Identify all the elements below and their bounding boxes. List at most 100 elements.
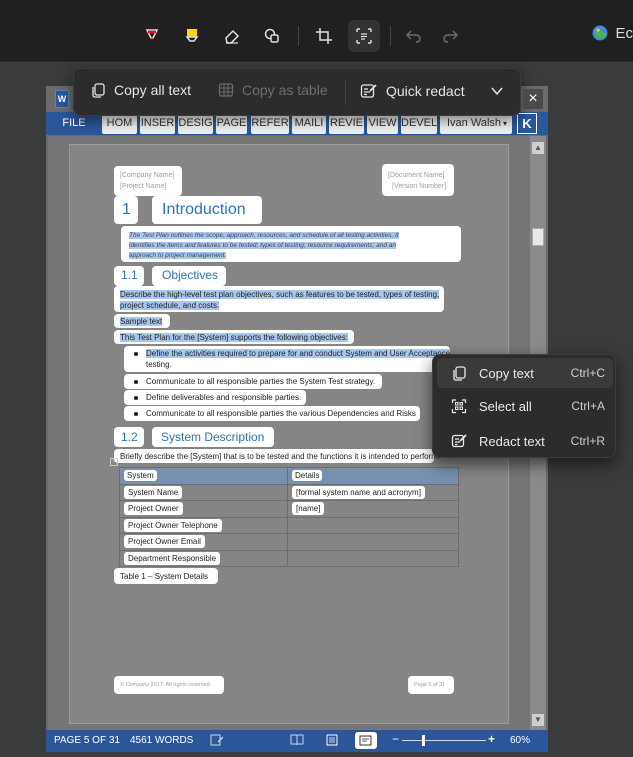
chevron-down-icon[interactable] [490,84,504,98]
table-header-cell: System [119,467,288,485]
ribbon-tab-insert[interactable]: INSER [140,113,175,134]
toolbar-divider [298,26,299,46]
edit-in-app-button[interactable]: Ec [591,24,633,42]
footer-page-number: Page 5 of 31 [414,682,446,688]
text-region[interactable] [114,166,182,196]
table-cell [287,516,459,534]
ribbon-tab-references[interactable]: REFER [251,113,289,134]
scroll-thumb[interactable] [532,228,544,246]
menu-item-shortcut: Ctrl+R [570,434,605,448]
web-layout-icon[interactable] [355,732,377,749]
heading-1-2-title: System Description [161,430,265,444]
text-region[interactable] [382,164,454,196]
redo-icon[interactable] [434,20,466,52]
copy-all-text-label: Copy all text [114,82,192,98]
table-row: Department Responsible [119,549,459,567]
markup-toolbar: Ec [0,0,633,62]
highlighter-icon[interactable] [176,20,208,52]
bullet-item: testing. [146,360,172,369]
copy-icon [445,365,473,381]
word-status-bar: PAGE 5 OF 31 4561 WORDS − + 60% [46,730,548,752]
copy-as-table-label: Copy as table [242,82,328,98]
text-actions-icon[interactable] [348,20,380,52]
heading-1-2-number: 1.2 [121,430,138,444]
zoom-slider-track[interactable] [402,740,486,741]
ballpoint-pen-icon[interactable] [136,20,168,52]
table-icon [218,83,234,97]
table-cell: System Name [119,483,288,501]
word-count[interactable]: 4561 WORDS [130,735,193,746]
table-cell: [name] [287,500,459,518]
zoom-slider-thumb[interactable] [422,735,425,746]
copy-as-table-button[interactable]: Copy as table [218,82,328,98]
redact-text-menu-item[interactable]: Redact text Ctrl+R [437,426,613,456]
undo-icon[interactable] [398,20,430,52]
table-row: Project Owner Telephone [119,516,459,534]
bullet-item: Communicate to all responsible parties t… [146,377,376,386]
table-cell: Project Owner Telephone [119,516,288,534]
text-actions-bar: Copy all text Copy as table Quick redact [73,68,521,116]
heading-1-1-title: Objectives [162,268,219,282]
table-cell: Department Responsible [119,549,288,567]
zoom-in-icon[interactable]: + [488,732,495,746]
menu-item-label: Select all [479,398,532,414]
table-row: Project Owner [name] [119,500,459,518]
system-description-text: Briefly describe the [System] that is to… [120,452,441,461]
scroll-up-icon[interactable]: ▲ [532,142,544,154]
ribbon-tab-file[interactable]: FILE [56,113,92,134]
zoom-out-icon[interactable]: − [392,732,399,746]
ribbon-tab-review[interactable]: REVIE [329,113,364,134]
table-header: System [124,470,157,482]
eraser-icon[interactable] [216,20,248,52]
bullet-icon [134,352,138,356]
bullet-icon [134,412,138,416]
copy-all-text-button[interactable]: Copy all text [90,82,191,98]
user-name: Ivan Walsh [447,117,502,129]
close-icon[interactable]: × [523,89,543,109]
user-initial-badge: K [517,113,537,134]
divider [345,81,346,105]
ribbon-tab-mailings[interactable]: MAILI [292,113,326,134]
heading-1-number: 1 [122,201,131,218]
quick-redact-button[interactable]: Quick redact [360,82,465,100]
ribbon-tab-developer[interactable]: DEVEL [401,113,437,134]
ribbon-tab-home[interactable]: HOM [102,113,137,134]
proofing-icon[interactable] [210,733,224,750]
footer-copyright: © Company 2017. All rights reserved. [120,682,212,688]
table-row: Project Owner Email [119,533,459,551]
page-indicator[interactable]: PAGE 5 OF 31 [54,735,120,746]
table-cell [287,533,459,551]
ribbon-tab-view[interactable]: VIEW [367,113,398,134]
version-number: [Version Number] [392,183,447,190]
table-caption: Table 1 – System Details [120,572,209,581]
menu-item-shortcut: Ctrl+A [571,399,605,413]
select-all-menu-item[interactable]: Select all Ctrl+A [437,391,613,421]
menu-item-label: Copy text [479,365,534,381]
user-account[interactable]: Ivan Walsh ▾ [440,113,512,134]
edit-in-app-label: Ec [615,24,633,42]
system-details-table: System Details System Name [formal syste… [119,467,459,567]
crop-icon[interactable] [308,20,340,52]
intro-text-line: approach to project management. [129,252,227,259]
read-mode-icon[interactable] [290,734,304,749]
redact-icon [445,433,473,449]
redact-icon [360,84,377,98]
heading-1-1-number: 1.1 [121,268,138,282]
intro-text-line: The Test Plan outlines the scope, approa… [129,232,399,239]
sample-text: Sample text [120,317,163,326]
menu-item-shortcut: Ctrl+C [570,366,605,380]
toolbar-divider [390,26,391,46]
print-layout-icon[interactable] [326,734,338,749]
menu-item-label: Redact text [479,433,545,449]
table-move-handle-icon[interactable]: + [110,458,118,466]
table-cell [287,549,459,567]
ribbon-tab-design[interactable]: DESIG [178,113,213,134]
ribbon-tab-page[interactable]: PAGE [216,113,247,134]
shapes-icon[interactable] [256,20,288,52]
copy-text-menu-item[interactable]: Copy text Ctrl+C [437,358,613,388]
table-row: System Name [formal system name and acro… [119,483,459,501]
zoom-level[interactable]: 60% [510,735,530,746]
project-name: [Project Name] [120,183,167,190]
company-name: [Company Name] [120,172,175,179]
scroll-down-icon[interactable]: ▼ [532,714,544,726]
